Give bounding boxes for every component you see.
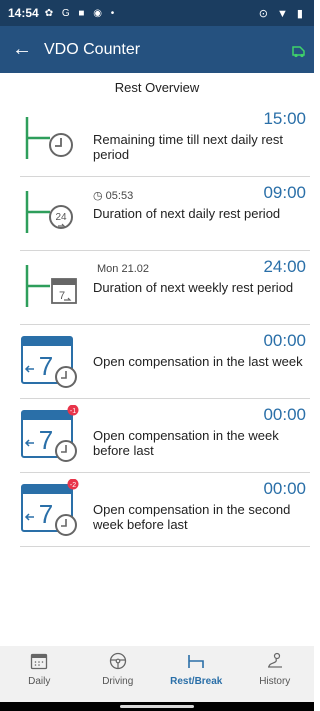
row-value: 09:00 [263,183,306,202]
list-item[interactable]: 15:00 Remaining time till next daily res… [20,103,310,177]
week-badge: -1 [70,408,76,415]
row-value: 00:00 [263,331,306,350]
weekly-rest-icon: 7 [20,257,82,315]
status-bar: 14:54 ✿ G ■ ◉ • ⊙ ▼ ▮ [0,0,314,26]
nav-label: Driving [102,676,134,687]
row-label: Remaining time till next daily rest peri… [93,132,284,162]
nav-item-rest-break[interactable]: Rest/Break [157,646,236,702]
svg-text:7: 7 [39,499,53,529]
overview-title: Rest Overview [114,80,200,95]
row-sub: ◷ 05:53 [93,190,134,202]
list-item[interactable]: 7 -2 00:00 Open compensation in the seco… [20,473,310,547]
row-value: 00:00 [263,479,306,498]
svg-text:7: 7 [39,425,53,455]
calendar-compensation-icon: 7 -1 [20,404,82,463]
row-label: Open compensation in the second week bef… [93,502,291,532]
row-value: 15:00 [263,109,306,128]
nav-item-history[interactable]: History [236,646,315,702]
nav-label: Rest/Break [170,676,223,687]
calendar-compensation-icon: 7 [20,331,82,389]
history-route-icon [267,652,282,668]
nav-label: Daily [28,676,51,687]
rest-24h-icon: 24 [20,183,82,241]
calendar-compensation-icon: 7 -2 [20,478,82,537]
week-badge: -2 [70,482,76,489]
row-label: Duration of next weekly rest period [93,280,294,295]
list-item[interactable]: 24 ◷ 05:53 09:00 Duration of next daily … [20,177,310,251]
row-label: Open compensation in the week before las… [93,428,279,458]
status-time: 14:54 [8,6,39,20]
list-item[interactable]: 7 Mon 21.02 24:00 Duration of next weekl… [20,251,310,325]
nav-label: History [259,676,291,687]
row-value: 00:00 [263,405,306,424]
back-button[interactable]: ← [0,38,44,61]
small-clock-icon: ◷ [93,190,103,202]
status-left-icons: ✿ G ■ ◉ • [44,7,118,19]
page-title: VDO Counter [44,40,141,58]
rest-clock-icon [20,109,82,167]
list-item[interactable]: 7 00:00 Open compensation in the last we… [20,325,310,399]
row-sub: Mon 21.02 [97,263,149,275]
arrow-left-icon: ← [12,38,32,60]
steering-wheel-icon [109,652,126,670]
nav-item-driving[interactable]: Driving [79,646,158,702]
list-item[interactable]: 7 -1 00:00 Open compensation in the week… [20,399,310,473]
bottom-nav: Daily Driving Rest/Break History [0,646,314,702]
nav-item-daily[interactable]: Daily [0,646,79,702]
row-value: 24:00 [263,257,306,276]
svg-text:7: 7 [39,351,53,381]
truck-icon[interactable] [290,41,308,59]
bed-icon [188,655,205,668]
home-indicator[interactable] [120,705,194,708]
svg-text:24: 24 [55,212,67,223]
row-label: Open compensation in the last week [93,354,303,369]
status-right-icons: ⊙ ▼ ▮ [258,7,306,20]
app-bar: ← VDO Counter [0,26,314,73]
calendar-icon [31,653,48,670]
system-home-bar [0,702,314,711]
row-label: Duration of next daily rest period [93,206,281,221]
